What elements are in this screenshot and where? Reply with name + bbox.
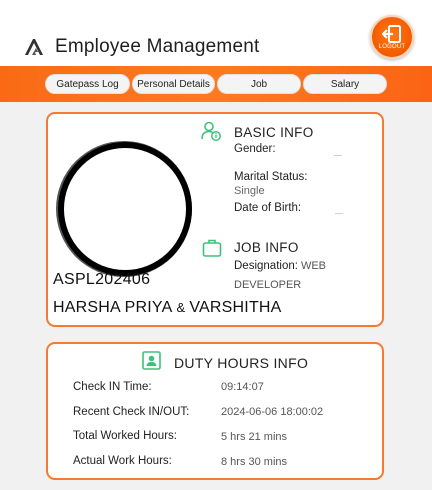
logout-button[interactable]: LOGOUT [370, 15, 414, 59]
id-badge-icon [142, 351, 161, 370]
employee-name-second: VARSHITHA [189, 299, 282, 316]
actual-work-hours-label: Actual Work Hours: [73, 455, 172, 467]
tab-gatepass-log[interactable]: Gatepass Log [45, 74, 130, 94]
date-of-birth-label: Date of Birth: [234, 202, 302, 214]
job-info-title: JOB INFO [234, 240, 299, 255]
user-info-icon [201, 121, 221, 141]
designation-value-continued: DEVELOPER [234, 279, 302, 291]
tab-salary[interactable]: Salary [303, 74, 387, 94]
recent-check-value: 2024-06-06 18:00:02 [221, 406, 324, 418]
gender-label: Gender: [234, 143, 276, 155]
avatar [58, 142, 192, 276]
company-logo-icon [25, 39, 43, 55]
date-of-birth-value [335, 213, 343, 214]
logout-label: LOGOUT [378, 43, 406, 50]
check-in-time-label: Check IN Time: [73, 381, 152, 393]
duty-hours-title: DUTY HOURS INFO [174, 355, 309, 371]
briefcase-icon [202, 239, 222, 257]
tab-job[interactable]: Job [217, 74, 301, 94]
designation-label: Designation: WEB [234, 260, 326, 272]
logout-icon [382, 24, 401, 43]
profile-card: ASPL202406 HARSHA PRIYA & VARSHITHA BASIC … [46, 112, 384, 327]
tab-bar: Gatepass Log Personal Details Job Salary [0, 66, 432, 102]
designation-value: WEB [300, 260, 326, 272]
total-worked-hours-value: 5 hrs 21 mins [221, 431, 288, 443]
marital-status-value: Single [234, 185, 265, 197]
actual-work-hours-value: 8 hrs 30 mins [221, 456, 288, 468]
check-in-time-value: 09:14:07 [221, 381, 264, 393]
gender-value [334, 155, 342, 156]
recent-check-label: Recent Check IN/OUT: [73, 406, 190, 418]
duty-hours-card: DUTY HOURS INFO Check IN Time: 09:14:07 … [46, 342, 384, 480]
app-header: Employee Management LOGOUT [0, 0, 432, 66]
app-title: Employee Management [55, 36, 260, 57]
total-worked-hours-label: Total Worked Hours: [73, 430, 177, 442]
basic-info-title: BASIC INFO [234, 125, 314, 140]
designation-label-text: Designation: [234, 260, 298, 272]
employee-name-ampersand: & [176, 300, 186, 315]
employee-id: ASPL202406 [53, 271, 151, 288]
employee-name: HARSHA PRIYA & VARSHITHA [53, 299, 282, 317]
employee-name-first: HARSHA PRIYA [53, 299, 173, 316]
tab-personal-details[interactable]: Personal Details [132, 74, 215, 94]
marital-status-label: Marital Status: [234, 171, 308, 183]
